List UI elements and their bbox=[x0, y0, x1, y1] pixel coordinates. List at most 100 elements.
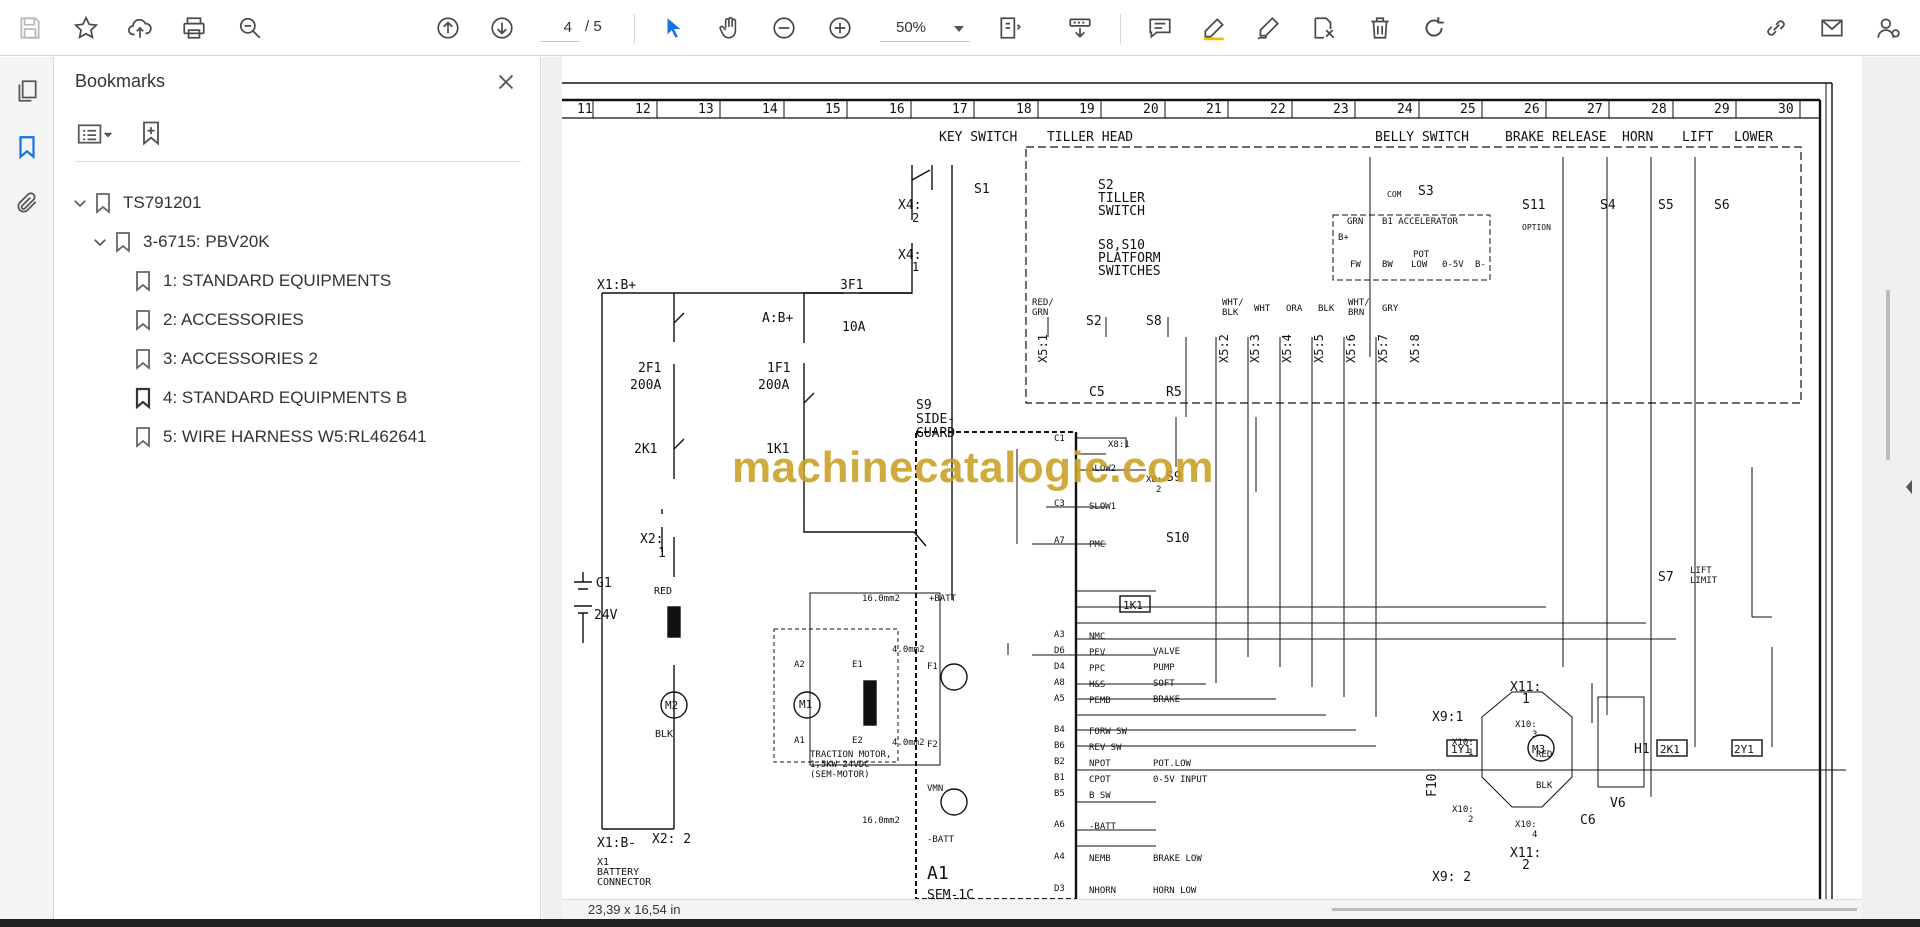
svg-text:BLK: BLK bbox=[1222, 308, 1239, 318]
svg-text:BRAKE: BRAKE bbox=[1153, 695, 1180, 705]
svg-text:2K1: 2K1 bbox=[634, 442, 657, 457]
new-bookmark-icon[interactable] bbox=[137, 119, 165, 152]
select-arrow-icon[interactable] bbox=[658, 12, 690, 44]
document-viewport[interactable]: 11 12 13 14 15 16 17 18 19 20 21 22 23 2… bbox=[542, 57, 1920, 919]
zoom-select[interactable]: 50% bbox=[880, 14, 970, 42]
svg-text:HORN LOW: HORN LOW bbox=[1153, 886, 1197, 896]
svg-text:GRN: GRN bbox=[1032, 308, 1048, 318]
bookmark-item-wire-harness[interactable]: 5: WIRE HARNESS W5:RL462641 bbox=[135, 421, 427, 453]
fit-page-icon[interactable] bbox=[994, 12, 1026, 44]
pages-icon[interactable] bbox=[11, 75, 43, 107]
share-link-icon[interactable] bbox=[1760, 12, 1792, 44]
bookmark-star-icon[interactable] bbox=[70, 12, 102, 44]
bookmark-label: TS791201 bbox=[123, 193, 202, 212]
upload-cloud-icon[interactable] bbox=[124, 12, 156, 44]
svg-text:1: 1 bbox=[658, 546, 666, 561]
svg-text:BRAKE LOW: BRAKE LOW bbox=[1153, 854, 1202, 864]
svg-text:GUARD: GUARD bbox=[916, 426, 955, 441]
chevron-down-icon[interactable] bbox=[91, 233, 109, 251]
scroll-mode-icon[interactable] bbox=[1064, 12, 1096, 44]
zoom-search-icon[interactable] bbox=[234, 12, 266, 44]
svg-text:17: 17 bbox=[952, 102, 968, 117]
highlight-pen-icon[interactable] bbox=[1198, 12, 1230, 44]
email-icon[interactable] bbox=[1816, 12, 1848, 44]
svg-text:X2:: X2: bbox=[640, 532, 663, 547]
bookmark-item-ts791201[interactable]: TS791201 bbox=[71, 187, 201, 219]
chevron-down-icon[interactable] bbox=[71, 194, 89, 212]
svg-text:NEMB: NEMB bbox=[1089, 854, 1111, 864]
svg-text:X10:: X10: bbox=[1515, 820, 1537, 830]
hand-pan-icon[interactable] bbox=[714, 12, 746, 44]
svg-text:S1: S1 bbox=[974, 182, 990, 197]
bookmarks-icon[interactable] bbox=[11, 131, 43, 163]
page-number-input[interactable]: 4 bbox=[540, 14, 580, 42]
svg-text:X1:B-: X1:B- bbox=[597, 836, 636, 851]
svg-text:11: 11 bbox=[577, 102, 593, 117]
svg-text:OPTION: OPTION bbox=[1522, 223, 1551, 232]
svg-text:V6: V6 bbox=[1610, 796, 1626, 811]
svg-text:200A: 200A bbox=[758, 378, 789, 393]
svg-text:1F1: 1F1 bbox=[767, 361, 790, 376]
svg-text:R5: R5 bbox=[1166, 385, 1182, 400]
svg-text:S5: S5 bbox=[1658, 198, 1674, 213]
svg-text:POT: POT bbox=[1413, 250, 1430, 260]
svg-text:BELLY SWITCH: BELLY SWITCH bbox=[1375, 130, 1469, 145]
svg-text:PMC: PMC bbox=[1089, 540, 1105, 550]
account-icon[interactable] bbox=[1872, 12, 1904, 44]
svg-text:X5:5: X5:5 bbox=[1312, 334, 1326, 363]
attachments-icon[interactable] bbox=[11, 187, 43, 219]
close-icon[interactable] bbox=[491, 67, 521, 97]
svg-text:A3: A3 bbox=[1054, 630, 1065, 640]
next-page-icon[interactable] bbox=[486, 12, 518, 44]
svg-text:WHT: WHT bbox=[1254, 304, 1271, 314]
svg-text:10A: 10A bbox=[842, 320, 866, 335]
bookmark-icon bbox=[136, 349, 150, 370]
draw-sign-icon[interactable] bbox=[1252, 12, 1284, 44]
comment-icon[interactable] bbox=[1144, 12, 1176, 44]
bookmark-icon bbox=[136, 271, 150, 292]
prev-page-icon[interactable] bbox=[432, 12, 464, 44]
svg-text:12: 12 bbox=[635, 102, 651, 117]
horizontal-scrollbar[interactable] bbox=[1332, 908, 1857, 911]
svg-text:B2: B2 bbox=[1054, 757, 1065, 767]
expand-right-panel-icon[interactable] bbox=[1904, 478, 1914, 496]
panel-title: Bookmarks bbox=[75, 71, 166, 91]
bookmark-item-accessories-2[interactable]: 3: ACCESSORIES 2 bbox=[135, 343, 318, 375]
main-toolbar: 4 / 5 50% bbox=[0, 0, 1920, 56]
svg-text:H1: H1 bbox=[1634, 742, 1650, 757]
bookmark-item-standard-equipments-b[interactable]: 4: STANDARD EQUIPMENTS B bbox=[135, 382, 407, 414]
delete-icon[interactable] bbox=[1364, 12, 1396, 44]
svg-text:D3: D3 bbox=[1054, 884, 1065, 894]
svg-text:X10:: X10: bbox=[1515, 720, 1537, 730]
svg-text:WHT/: WHT/ bbox=[1348, 298, 1370, 308]
bookmark-icon bbox=[116, 232, 130, 253]
svg-text:F1: F1 bbox=[927, 662, 938, 672]
svg-text:26: 26 bbox=[1524, 102, 1540, 117]
svg-text:S8: S8 bbox=[1146, 314, 1162, 329]
zoom-in-icon[interactable] bbox=[824, 12, 856, 44]
svg-text:TRACTION MOTOR,: TRACTION MOTOR, bbox=[810, 750, 891, 760]
bookmark-item-accessories[interactable]: 2: ACCESSORIES bbox=[135, 304, 304, 336]
svg-text:0-5V INPUT: 0-5V INPUT bbox=[1153, 775, 1208, 785]
svg-text:FW: FW bbox=[1350, 260, 1361, 270]
svg-text:18: 18 bbox=[1016, 102, 1032, 117]
bookmark-item-pbv20k[interactable]: 3-6715: PBV20K bbox=[91, 226, 270, 258]
zoom-out-icon[interactable] bbox=[768, 12, 800, 44]
svg-text:A2: A2 bbox=[794, 660, 805, 670]
vertical-scrollbar[interactable] bbox=[1886, 290, 1890, 460]
svg-text:200A: 200A bbox=[630, 378, 661, 393]
bookmark-icon bbox=[96, 193, 110, 214]
bookmark-item-standard-equipments[interactable]: 1: STANDARD EQUIPMENTS bbox=[135, 265, 391, 297]
svg-text:E1: E1 bbox=[852, 660, 863, 670]
svg-text:POT.LOW: POT.LOW bbox=[1153, 759, 1192, 769]
svg-text:21: 21 bbox=[1206, 102, 1222, 117]
svg-text:15: 15 bbox=[825, 102, 841, 117]
svg-text:A:B+: A:B+ bbox=[762, 311, 793, 326]
page-total: / 5 bbox=[585, 18, 602, 35]
rotate-icon[interactable] bbox=[1418, 12, 1450, 44]
print-icon[interactable] bbox=[178, 12, 210, 44]
save-icon[interactable] bbox=[14, 12, 46, 44]
options-menu-icon[interactable] bbox=[75, 121, 115, 152]
stamp-icon[interactable] bbox=[1308, 12, 1340, 44]
svg-text:CPOT: CPOT bbox=[1089, 775, 1111, 785]
